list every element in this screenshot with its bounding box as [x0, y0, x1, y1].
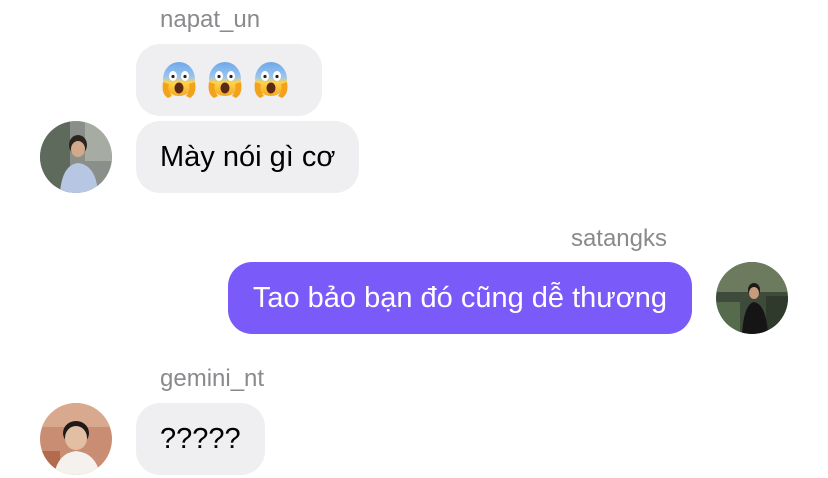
- message-text: ?????: [160, 422, 241, 455]
- face-screaming-in-fear-icon: [208, 62, 242, 98]
- avatar-gemini-nt[interactable]: [40, 403, 112, 475]
- emoji-message-bubble[interactable]: [136, 44, 322, 116]
- sender-name-satangks: satangks: [570, 225, 667, 252]
- chat-thread: napat_un Mày nói gì cơ satangks Tao bảo …: [0, 0, 828, 478]
- sender-name-gemini-nt: gemini_nt: [160, 365, 265, 392]
- face-screaming-in-fear-icon: [162, 62, 196, 98]
- avatar-satangks[interactable]: [716, 262, 788, 334]
- avatar-photo-gemini-nt: [40, 403, 112, 475]
- message-text: Tao bảo bạn đó cũng dễ thương: [252, 281, 667, 314]
- avatar-photo-satangks: [716, 262, 788, 334]
- outgoing-message-bubble[interactable]: Tao bảo bạn đó cũng dễ thương: [227, 262, 692, 334]
- sender-name-napat-un: napat_un: [160, 6, 261, 33]
- avatar-napat-un[interactable]: [40, 121, 112, 193]
- emoji-row: [160, 60, 290, 100]
- message-text: Mày nói gì cơ: [160, 140, 336, 173]
- text-message-bubble[interactable]: ?????: [136, 403, 265, 475]
- face-screaming-in-fear-icon: [254, 62, 288, 98]
- avatar-photo-napat-un: [40, 121, 112, 193]
- text-message-bubble[interactable]: Mày nói gì cơ: [136, 121, 360, 193]
